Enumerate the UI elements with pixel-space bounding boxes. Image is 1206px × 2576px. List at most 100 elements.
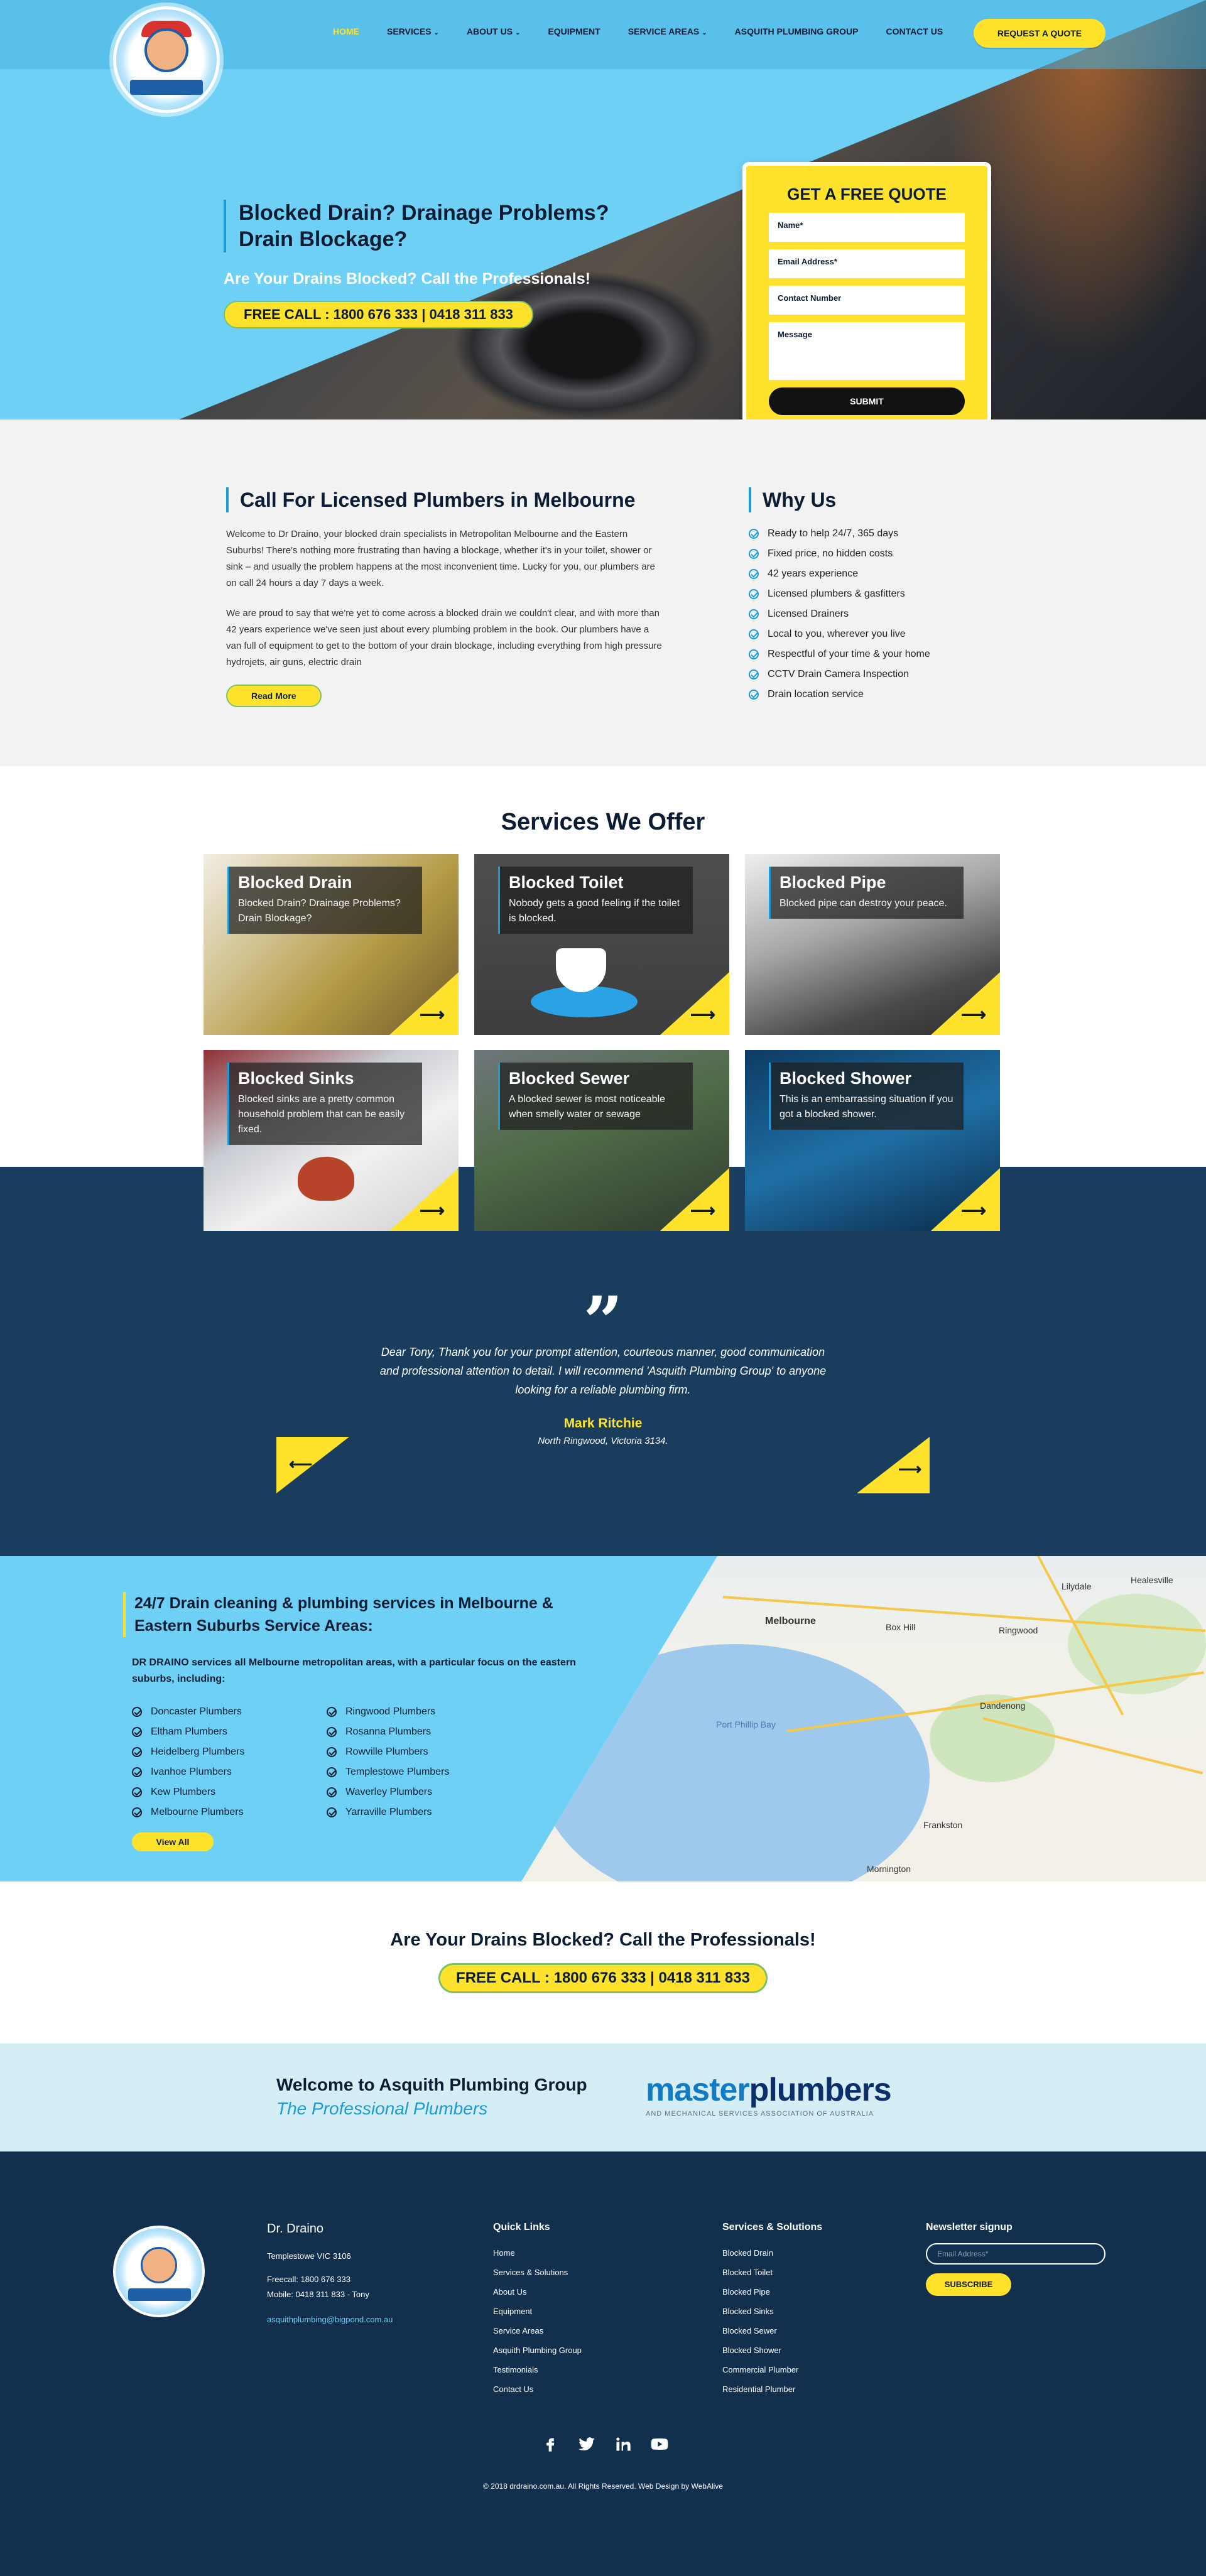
phone-field[interactable]: Contact Number [769, 286, 965, 315]
footer-link[interactable]: Residential Plumber [722, 2379, 822, 2399]
service-card-blocked-pipe[interactable]: Blocked Pipe Blocked pipe can destroy yo… [745, 854, 1000, 1035]
testimonial-author: Mark Ritchie [563, 1416, 643, 1431]
footer-logo[interactable] [113, 2226, 205, 2317]
twitter-icon[interactable] [577, 2435, 597, 2455]
nav-asquith[interactable]: ASQUITH PLUMBING GROUP [735, 26, 859, 36]
area-label: Heidelberg Plumbers [151, 1746, 245, 1757]
arrow-right-icon[interactable]: ⟶ [420, 1004, 445, 1025]
footer-link[interactable]: Testimonials [493, 2360, 582, 2379]
nav-contact[interactable]: CONTACT US [886, 26, 943, 36]
area-item[interactable]: Templestowe Plumbers [327, 1762, 449, 1782]
quote-form-title: GET A FREE QUOTE [787, 185, 947, 203]
service-card-blocked-toilet[interactable]: Blocked Toilet Nobody gets a good feelin… [474, 854, 729, 1035]
logo-banner [128, 2288, 191, 2301]
nav-services[interactable]: SERVICES ⌄ [387, 26, 439, 36]
linkedin-icon[interactable] [613, 2435, 633, 2455]
site-logo[interactable] [113, 6, 220, 113]
nav-service-areas-label: SERVICE AREAS [627, 26, 700, 36]
newsletter-title: Newsletter signup [926, 2222, 1013, 2232]
footer-link[interactable]: Service Areas [493, 2321, 582, 2341]
footer-link[interactable]: Contact Us [493, 2379, 582, 2399]
areas-intro: DR DRAINO services all Melbourne metropo… [132, 1657, 576, 1684]
service-card-blocked-shower[interactable]: Blocked Shower This is an embarrassing s… [745, 1050, 1000, 1231]
arrow-right-icon[interactable]: ⟶ [690, 1004, 715, 1025]
arrow-left-icon: ⟵ [289, 1454, 313, 1473]
hero-section: HOME SERVICES ⌄ ABOUT US ⌄ EQUIPMENT SERVI… [0, 0, 1206, 419]
nav-equipment[interactable]: EQUIPMENT [548, 26, 600, 36]
youtube-icon[interactable] [649, 2435, 670, 2455]
list-item-label: Ready to help 24/7, 365 days [768, 528, 899, 539]
card-overlay: Blocked Shower This is an embarrassing s… [769, 1063, 964, 1130]
card-title: Blocked Toilet [509, 873, 624, 892]
request-quote-button[interactable]: REQUEST A QUOTE [974, 19, 1106, 48]
arrow-right-icon[interactable]: ⟶ [961, 1004, 986, 1025]
footer-link[interactable]: Blocked Drain [722, 2243, 822, 2263]
area-item[interactable]: Kew Plumbers [132, 1782, 244, 1802]
footer-link[interactable]: About Us [493, 2282, 582, 2302]
hero-call-button[interactable]: FREE CALL : 1800 676 333 | 0418 311 833 [224, 301, 533, 328]
service-card-blocked-sewer[interactable]: Blocked Sewer A blocked sewer is most no… [474, 1050, 729, 1231]
cta-call-button[interactable]: FREE CALL : 1800 676 333 | 0418 311 833 [438, 1963, 768, 1993]
name-field[interactable]: Name* [769, 213, 965, 242]
card-overlay: Blocked Sewer A blocked sewer is most no… [498, 1063, 693, 1130]
arrow-right-icon[interactable]: ⟶ [690, 1200, 715, 1221]
check-circle-icon [132, 1787, 142, 1797]
testimonial-prev-button[interactable]: ⟵ [276, 1437, 349, 1493]
email-field[interactable]: Email Address* [769, 249, 965, 278]
submit-button[interactable]: SUBMIT [769, 387, 965, 415]
footer-link[interactable]: Home [493, 2243, 582, 2263]
area-item[interactable]: Eltham Plumbers [132, 1722, 244, 1742]
testimonial-next-button[interactable]: ⟶ [857, 1437, 930, 1493]
service-card-blocked-drain[interactable]: Blocked Drain Blocked Drain? Drainage Pr… [204, 854, 459, 1035]
nav-about-label: ABOUT US [466, 26, 513, 36]
footer-link[interactable]: Blocked Sinks [722, 2302, 822, 2321]
area-item[interactable]: Melbourne Plumbers [132, 1802, 244, 1822]
service-card-blocked-sinks[interactable]: Blocked Sinks Blocked sinks are a pretty… [204, 1050, 459, 1231]
footer-link[interactable]: Equipment [493, 2302, 582, 2321]
footer-link[interactable]: Blocked Pipe [722, 2282, 822, 2302]
arrow-right-icon[interactable]: ⟶ [420, 1200, 445, 1221]
quick-links-title: Quick Links [493, 2222, 550, 2232]
footer-newsletter: Newsletter signup Email Address* SUBSCRI… [926, 2222, 1106, 2296]
map-label: Box Hill [886, 1622, 916, 1632]
area-item[interactable]: Ringwood Plumbers [327, 1702, 449, 1722]
area-item[interactable]: Yarraville Plumbers [327, 1802, 449, 1822]
footer-email[interactable]: asquithplumbing@bigpond.com.au [267, 2310, 393, 2329]
card-text: Blocked pipe can destroy your peace. [780, 898, 947, 909]
footer-services: Services & Solutions Blocked Drain Block… [722, 2222, 822, 2399]
area-item[interactable]: Heidelberg Plumbers [132, 1742, 244, 1762]
view-all-button[interactable]: View All [132, 1832, 214, 1851]
nav-service-areas[interactable]: SERVICE AREAS ⌄ [628, 26, 707, 36]
footer-link[interactable]: Services & Solutions [493, 2263, 582, 2282]
nav-about[interactable]: ABOUT US ⌄ [467, 26, 521, 36]
about-content: Call For Licensed Plumbers in Melbourne … [226, 487, 666, 707]
area-item[interactable]: Rowville Plumbers [327, 1742, 449, 1762]
message-field[interactable]: Message [769, 322, 965, 380]
check-circle-icon [749, 669, 759, 679]
area-label: Waverley Plumbers [345, 1787, 433, 1797]
footer-link[interactable]: Blocked Toilet [722, 2263, 822, 2282]
area-item[interactable]: Doncaster Plumbers [132, 1702, 244, 1722]
nav-home[interactable]: HOME [333, 26, 359, 36]
facebook-icon[interactable] [540, 2435, 560, 2455]
read-more-button[interactable]: Read More [226, 685, 322, 707]
newsletter-email-input[interactable]: Email Address* [926, 2243, 1106, 2265]
footer-link[interactable]: Blocked Shower [722, 2341, 822, 2360]
footer-link[interactable]: Commercial Plumber [722, 2360, 822, 2379]
area-item[interactable]: Rosanna Plumbers [327, 1722, 449, 1742]
nav-home-label: HOME [333, 26, 359, 36]
card-corner [931, 972, 1000, 1035]
area-label: Ivanhoe Plumbers [151, 1767, 232, 1777]
footer: Dr. Draino Templestowe VIC 3106 Freecall… [0, 2151, 1206, 2576]
area-item[interactable]: Waverley Plumbers [327, 1782, 449, 1802]
list-item: CCTV Drain Camera Inspection [749, 664, 1013, 685]
footer-link[interactable]: Blocked Sewer [722, 2321, 822, 2341]
footer-link[interactable]: Asquith Plumbing Group [493, 2341, 582, 2360]
arrow-right-icon[interactable]: ⟶ [961, 1200, 986, 1221]
about-paragraph-1: Welcome to Dr Draino, your blocked drain… [226, 529, 655, 588]
check-circle-icon [132, 1747, 142, 1757]
subscribe-button[interactable]: SUBSCRIBE [926, 2273, 1011, 2296]
area-item[interactable]: Ivanhoe Plumbers [132, 1762, 244, 1782]
master-plumbers-logo[interactable]: masterplumbers [646, 2072, 892, 2108]
card-text: A blocked sewer is most noticeable when … [509, 1094, 666, 1120]
